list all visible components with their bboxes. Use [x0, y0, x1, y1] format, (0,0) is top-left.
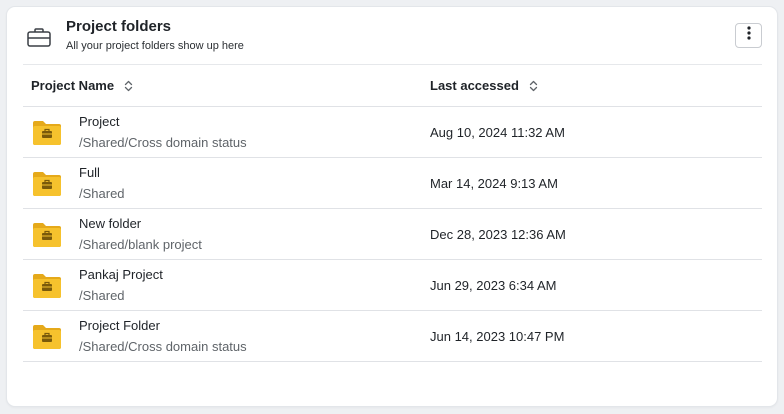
folder-name: Pankaj Project	[79, 267, 163, 282]
table-row[interactable]: Project Folder /Shared/Cross domain stat…	[23, 311, 762, 362]
folder-path: /Shared	[79, 186, 125, 201]
column-header-project-name[interactable]: Project Name	[31, 78, 133, 93]
more-options-button[interactable]	[735, 23, 762, 48]
folder-name: Project	[79, 114, 120, 129]
kebab-menu-icon	[746, 26, 751, 45]
sort-icon	[124, 80, 133, 92]
folders-table: Project Name Last accessed Project /Shar…	[23, 64, 762, 362]
briefcase-icon	[27, 27, 51, 47]
folder-path: /Shared	[79, 288, 125, 303]
folder-name: Full	[79, 165, 100, 180]
table-row[interactable]: Pankaj Project /Shared Jun 29, 2023 6:34…	[23, 260, 762, 311]
last-accessed-date: Mar 14, 2024 9:13 AM	[430, 176, 558, 191]
folder-icon	[31, 219, 63, 249]
folder-path: /Shared/Cross domain status	[79, 339, 247, 354]
table-row[interactable]: New folder /Shared/blank project Dec 28,…	[23, 209, 762, 260]
page-title: Project folders	[66, 18, 172, 35]
column-label: Project Name	[31, 78, 115, 93]
column-header-last-accessed[interactable]: Last accessed	[430, 78, 538, 93]
last-accessed-date: Aug 10, 2024 11:32 AM	[430, 125, 565, 140]
folder-icon	[31, 321, 63, 351]
table-header: Project Name Last accessed	[23, 64, 762, 107]
folder-path: /Shared/Cross domain status	[79, 135, 247, 150]
page-subtitle: All your project folders show up here	[66, 40, 244, 52]
card-header: Project folders All your project folders…	[7, 7, 777, 65]
last-accessed-date: Jun 14, 2023 10:47 PM	[430, 329, 565, 344]
last-accessed-date: Jun 29, 2023 6:34 AM	[430, 278, 557, 293]
last-accessed-date: Dec 28, 2023 12:36 AM	[430, 227, 566, 242]
folder-icon	[31, 117, 63, 147]
folder-icon	[31, 168, 63, 198]
folder-name: Project Folder	[79, 318, 160, 333]
folder-name: New folder	[79, 216, 142, 231]
project-folders-card: Project folders All your project folders…	[6, 6, 778, 407]
column-label: Last accessed	[430, 78, 519, 93]
sort-icon	[529, 80, 538, 92]
folder-icon	[31, 270, 63, 300]
folder-path: /Shared/blank project	[79, 237, 202, 252]
table-row[interactable]: Full /Shared Mar 14, 2024 9:13 AM	[23, 158, 762, 209]
table-row[interactable]: Project /Shared/Cross domain status Aug …	[23, 107, 762, 158]
